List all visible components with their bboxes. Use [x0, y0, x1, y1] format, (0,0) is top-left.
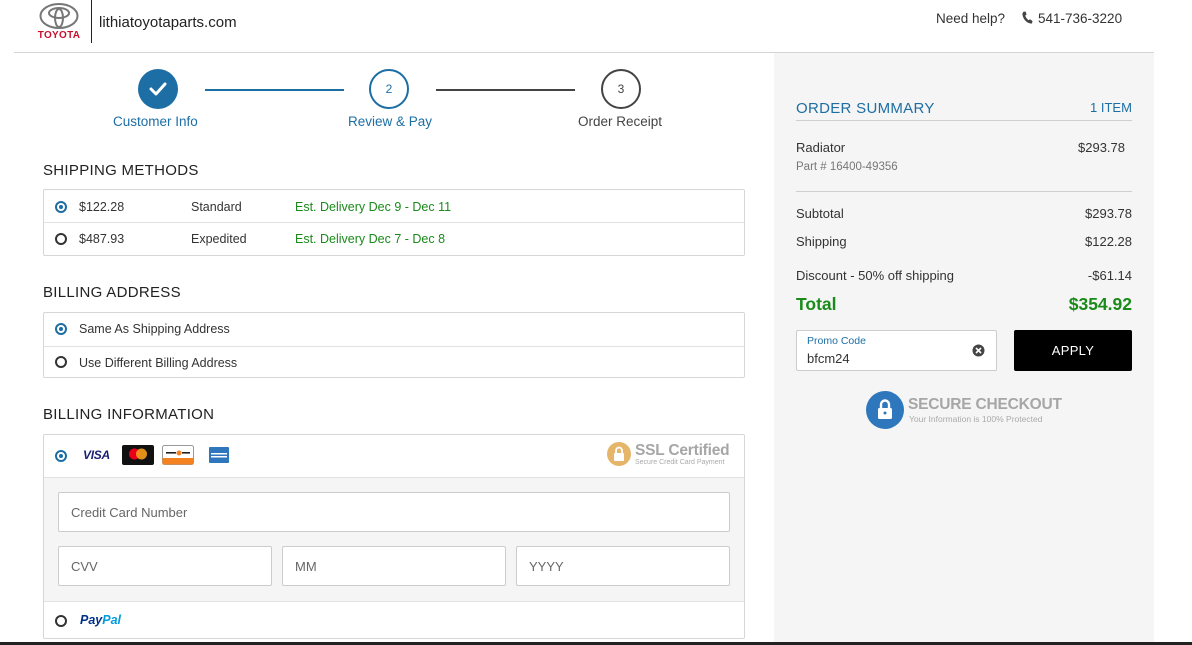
shipping-standard-delivery: Est. Delivery Dec 9 - Dec 11: [295, 200, 452, 214]
shipping-expedited-radio[interactable]: [55, 233, 67, 245]
site-name[interactable]: lithiatoyotaparts.com: [99, 14, 237, 31]
billing-different-radio[interactable]: [55, 356, 67, 368]
step-label-customer-info[interactable]: Customer Info: [113, 114, 198, 129]
paypal-radio[interactable]: [55, 615, 67, 627]
order-summary-title: ORDER SUMMARY: [796, 100, 935, 117]
billing-same-option[interactable]: Same As Shipping Address: [44, 313, 744, 345]
promo-code-label: Promo Code: [807, 335, 866, 347]
discover-icon: [162, 445, 194, 465]
secure-checkout-title: SECURE CHECKOUT: [908, 396, 1062, 413]
phone-icon: [1022, 11, 1033, 24]
brand-name: TOYOTA: [37, 30, 81, 41]
step-1-circle[interactable]: [138, 69, 178, 109]
paypal-word-pal: Pal: [102, 613, 122, 627]
credit-card-radio[interactable]: [55, 450, 67, 462]
billing-address-options: Same As Shipping Address Use Different B…: [43, 312, 745, 378]
cvv-input[interactable]: [58, 546, 272, 586]
toyota-emblem-icon: [39, 3, 79, 29]
expiry-year-input[interactable]: [516, 546, 730, 586]
shipping-standard-name: Standard: [191, 200, 242, 214]
shipping-options: $122.28 Standard Est. Delivery Dec 9 - D…: [43, 189, 745, 256]
ssl-lock-icon: [607, 442, 631, 466]
expiry-month-input[interactable]: [282, 546, 506, 586]
shipping-option-expedited[interactable]: $487.93 Expedited Est. Delivery Dec 7 - …: [44, 222, 744, 254]
step-connector-1: [205, 89, 344, 91]
item-count: 1 ITEM: [1090, 100, 1132, 115]
summary-divider: [796, 120, 1132, 121]
shipping-option-standard[interactable]: $122.28 Standard Est. Delivery Dec 9 - D…: [44, 190, 744, 222]
item-name: Radiator: [796, 140, 846, 155]
step-3-circle: 3: [601, 69, 641, 109]
paypal-word-pay: Pay: [80, 613, 103, 627]
discount-label: Discount - 50% off shipping: [796, 268, 955, 283]
visa-logo: VISA: [83, 448, 110, 462]
subtotal-label: Subtotal: [796, 206, 844, 221]
billing-same-radio[interactable]: [55, 323, 67, 335]
billing-address-title: BILLING ADDRESS: [43, 284, 181, 301]
step-connector-2: [436, 89, 575, 91]
secure-lock-icon: [866, 391, 904, 429]
shipping-standard-price: $122.28: [79, 200, 125, 214]
total-value: $354.92: [1068, 294, 1132, 314]
billing-different-label: Use Different Billing Address: [79, 356, 238, 370]
shipping-label: Shipping: [796, 234, 847, 249]
shipping-expedited-name: Expedited: [191, 232, 247, 246]
site-header: TOYOTA lithiatoyotaparts.com Need help? …: [0, 0, 1192, 52]
discount-value: -$61.14: [1087, 268, 1132, 283]
shipping-value: $122.28: [1085, 234, 1132, 249]
step-label-review-pay: Review & Pay: [348, 114, 433, 129]
step-label-order-receipt: Order Receipt: [578, 114, 663, 129]
header-divider: [91, 0, 92, 43]
ssl-certified-subtitle: Secure Credit Card Payment: [635, 459, 725, 466]
billing-same-label: Same As Shipping Address: [79, 322, 230, 336]
credit-card-option[interactable]: VISA SSL Certified Secure Credit Card Pa…: [44, 435, 744, 478]
step-2-circle: 2: [369, 69, 409, 109]
shipping-methods-title: SHIPPING METHODS: [43, 162, 199, 179]
shipping-expedited-price: $487.93: [79, 232, 125, 246]
checkmark-icon: [149, 82, 167, 96]
secure-checkout-subtitle: Your Information is 100% Protected: [909, 414, 1043, 424]
billing-information-panel: VISA SSL Certified Secure Credit Card Pa…: [43, 434, 745, 639]
apply-promo-button[interactable]: APPLY: [1014, 330, 1132, 371]
need-help-text: Need help?: [936, 11, 1006, 26]
credit-card-number-input[interactable]: [58, 492, 730, 532]
item-part-number: Part # 16400-49356: [796, 161, 898, 173]
ssl-certified-title: SSL Certified: [635, 442, 730, 459]
paypal-option[interactable]: PayPal: [44, 601, 744, 638]
clear-icon[interactable]: [972, 344, 985, 357]
credit-card-form: [44, 478, 744, 601]
shipping-expedited-delivery: Est. Delivery Dec 7 - Dec 8: [295, 232, 446, 246]
total-label: Total: [796, 294, 837, 314]
phone-number[interactable]: 541-736-3220: [1038, 11, 1122, 26]
amex-icon: [209, 447, 229, 463]
billing-information-title: BILLING INFORMATION: [43, 406, 215, 423]
billing-different-option[interactable]: Use Different Billing Address: [44, 346, 744, 378]
mastercard-icon: [122, 445, 154, 465]
promo-code-field[interactable]: Promo Code: [796, 330, 997, 371]
subtotal-value: $293.78: [1085, 206, 1132, 221]
summary-divider-2: [796, 191, 1132, 192]
shipping-standard-radio[interactable]: [55, 201, 67, 213]
promo-code-input[interactable]: [807, 351, 957, 366]
paypal-logo: PayPal: [80, 613, 121, 627]
item-price: $293.78: [1078, 140, 1125, 155]
toyota-logo[interactable]: TOYOTA: [30, 3, 88, 43]
